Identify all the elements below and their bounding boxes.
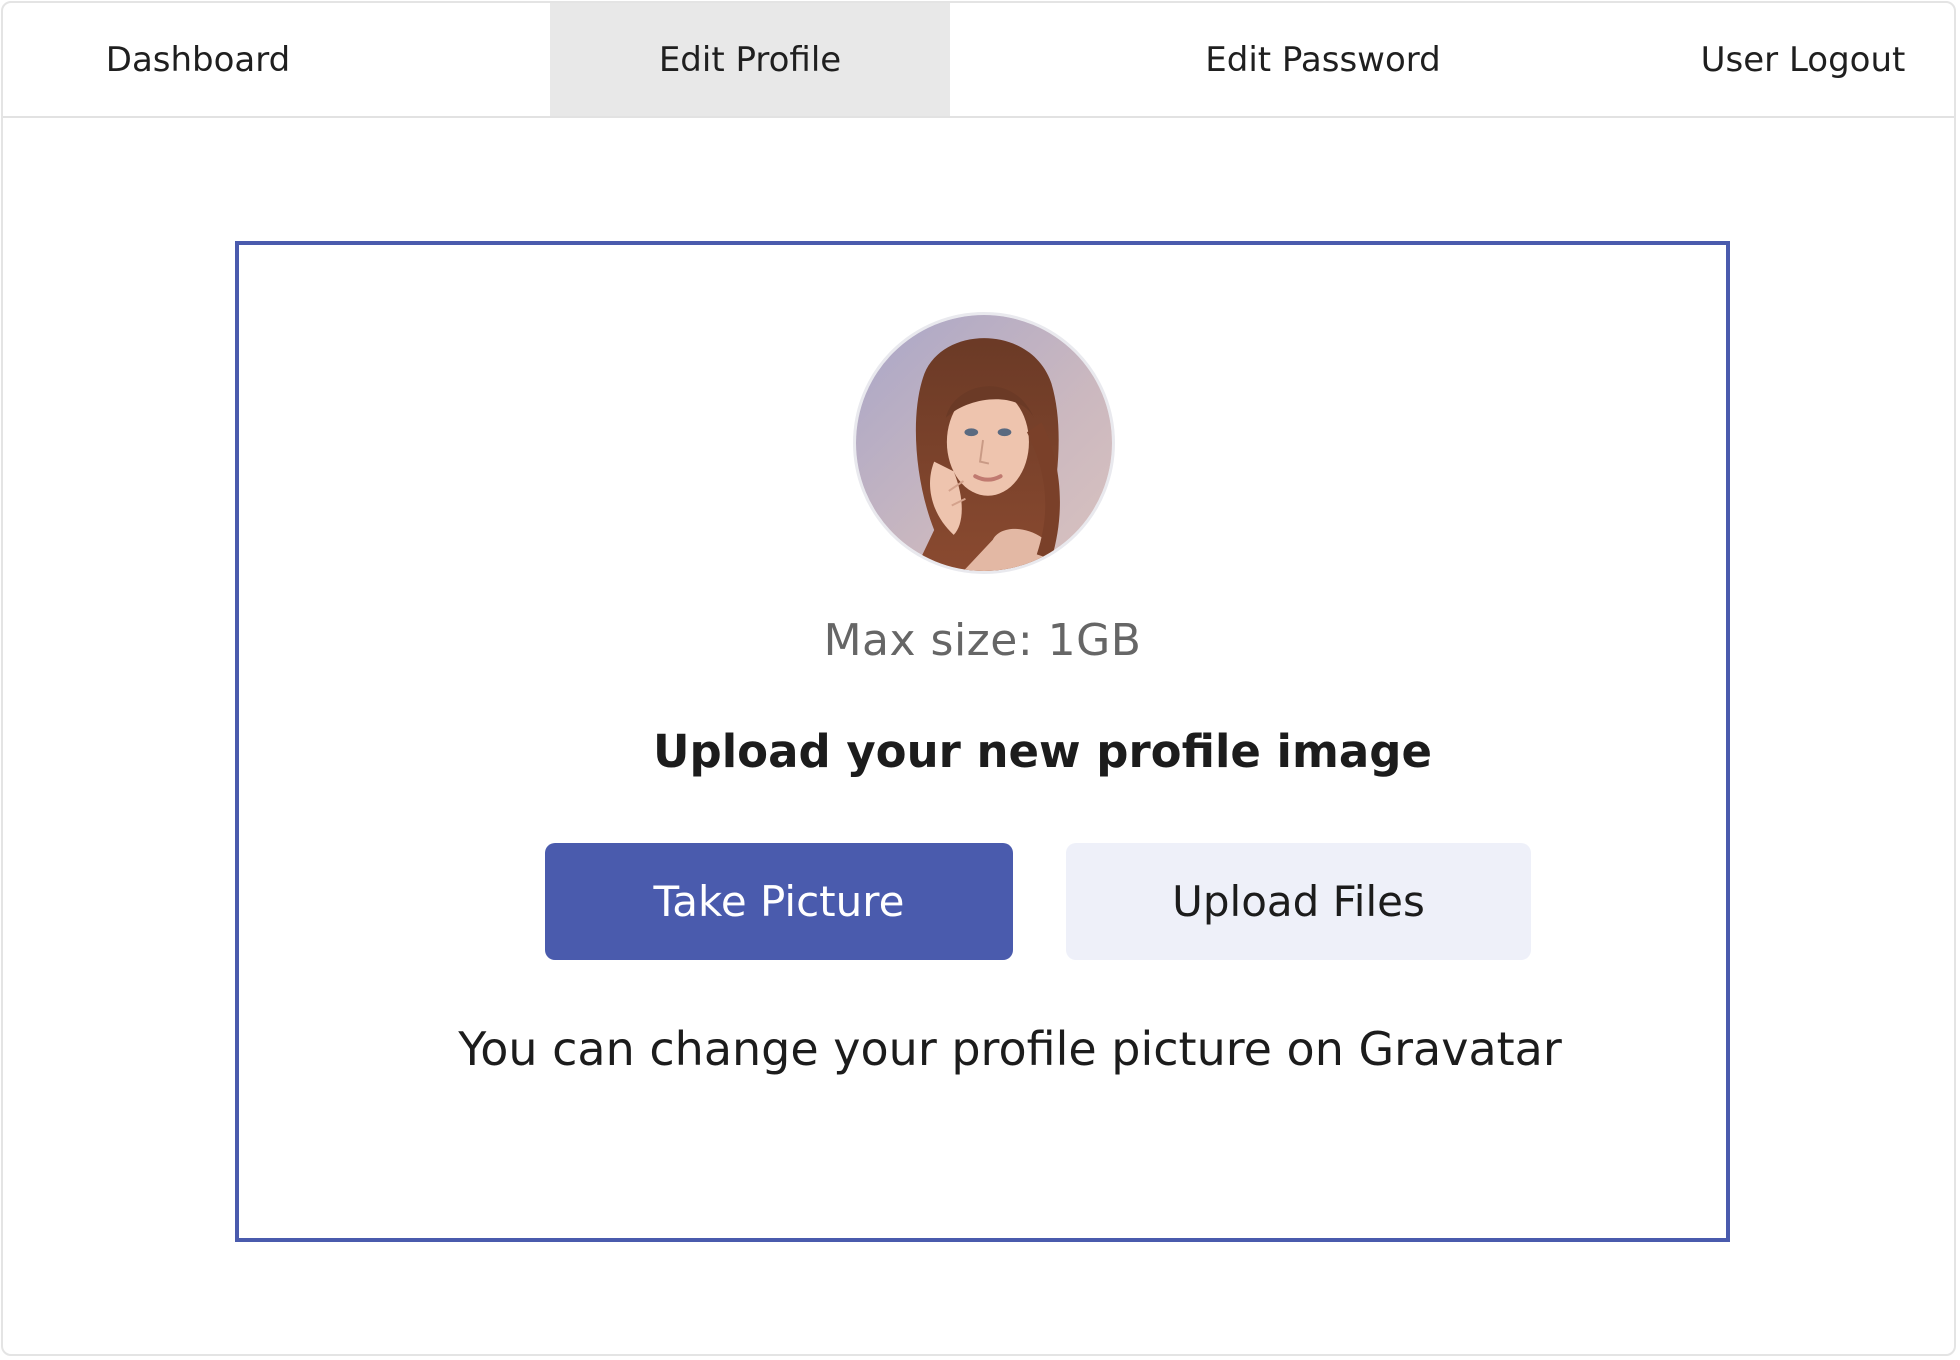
tab-dashboard-label: Dashboard bbox=[105, 39, 291, 80]
app-window: Dashboard Edit Profile Edit Password Use… bbox=[1, 1, 1956, 1356]
tab-user-logout-label: User Logout bbox=[1700, 39, 1906, 80]
tab-dashboard[interactable]: Dashboard bbox=[43, 3, 353, 116]
take-picture-button[interactable]: Take Picture bbox=[545, 843, 1013, 960]
profile-photo-icon bbox=[856, 315, 1112, 571]
profile-image-panel: Max size: 1GB Upload your new profile im… bbox=[235, 241, 1730, 1242]
take-picture-label: Take Picture bbox=[653, 877, 905, 926]
tab-edit-password[interactable]: Edit Password bbox=[1143, 3, 1503, 116]
upload-files-button[interactable]: Upload Files bbox=[1066, 843, 1531, 960]
tab-user-logout[interactable]: User Logout bbox=[1663, 3, 1943, 116]
top-navigation: Dashboard Edit Profile Edit Password Use… bbox=[3, 3, 1954, 118]
upload-files-label: Upload Files bbox=[1172, 877, 1425, 926]
upload-heading: Upload your new profile image bbox=[653, 725, 1432, 778]
tab-edit-profile[interactable]: Edit Profile bbox=[550, 3, 950, 116]
max-size-text: Max size: 1GB bbox=[823, 615, 1142, 666]
avatar[interactable] bbox=[853, 312, 1115, 574]
gravatar-note: You can change your profile picture on G… bbox=[458, 1022, 1562, 1076]
tab-edit-profile-label: Edit Profile bbox=[658, 39, 842, 80]
tab-edit-password-label: Edit Password bbox=[1205, 39, 1441, 80]
